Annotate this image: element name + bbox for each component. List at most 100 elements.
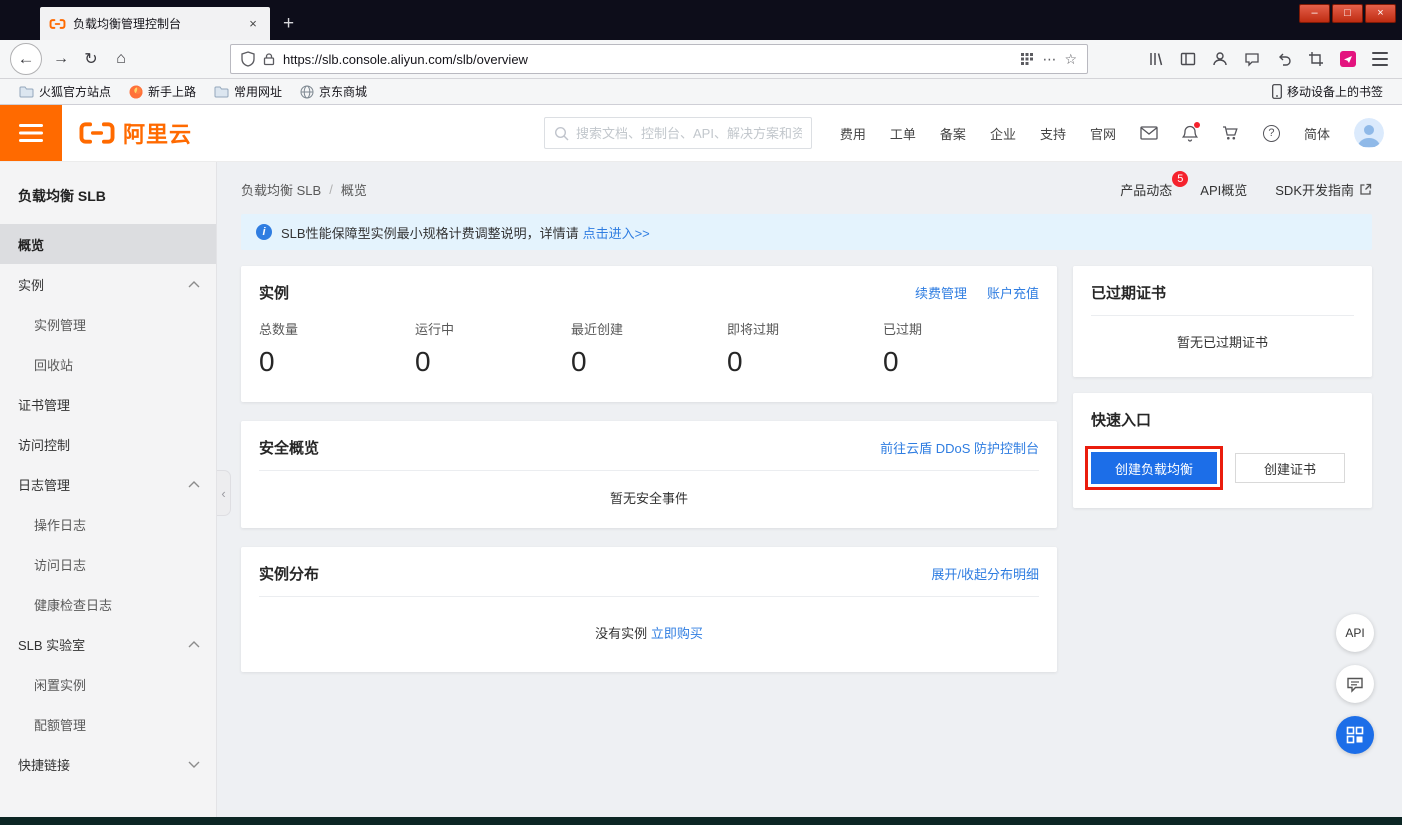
sidebar-title: 负载均衡 SLB: [18, 188, 106, 204]
minimize-button[interactable]: –: [1299, 4, 1330, 23]
nav-billing[interactable]: 费用: [840, 124, 866, 143]
nav-enterprise[interactable]: 企业: [990, 124, 1016, 143]
sidebar-item-access-logs[interactable]: 访问日志: [0, 544, 216, 584]
bell-icon[interactable]: [1181, 121, 1200, 142]
banner-link[interactable]: 点击进入>>: [583, 223, 650, 242]
help-icon[interactable]: ?: [1262, 124, 1280, 142]
search-input[interactable]: [576, 125, 802, 141]
account-recharge-link[interactable]: 账户充值: [987, 283, 1039, 302]
toggle-distribution-link[interactable]: 展开/收起分布明细: [931, 564, 1039, 583]
library-icon[interactable]: [1148, 51, 1164, 67]
product-news-badge: 5: [1172, 170, 1189, 187]
account-icon[interactable]: [1212, 51, 1228, 67]
nav-official-site[interactable]: 官网: [1090, 124, 1116, 143]
sidebar-item-quota-management[interactable]: 配额管理: [0, 704, 216, 744]
ddos-console-link[interactable]: 前往云盾 DDoS 防护控制台: [880, 438, 1039, 457]
instance-card-header: 实例 续费管理 账户充值: [241, 266, 1057, 315]
sidebar-group-label: 实例: [18, 277, 45, 293]
bookmark-star-icon[interactable]: ☆: [1064, 51, 1077, 68]
chevron-up-icon: [188, 280, 200, 288]
feedback-float-button[interactable]: [1336, 665, 1374, 703]
undo-icon[interactable]: [1276, 51, 1292, 67]
renew-management-link[interactable]: 续费管理: [915, 283, 967, 302]
console-search[interactable]: [544, 117, 812, 149]
breadcrumb-root[interactable]: 负载均衡 SLB: [241, 180, 321, 199]
sidebar-item-operation-logs[interactable]: 操作日志: [0, 504, 216, 544]
maximize-button[interactable]: □: [1332, 4, 1363, 23]
messages-icon[interactable]: [1244, 51, 1260, 67]
page-actions-icon[interactable]: ⋯: [1042, 51, 1056, 68]
info-icon: i: [256, 224, 272, 240]
browser-tab[interactable]: 负载均衡管理控制台 ×: [40, 7, 270, 40]
sidebar-item-overview[interactable]: 概览: [0, 224, 216, 264]
bookmark-firefox-official[interactable]: 火狐官方站点: [12, 81, 118, 103]
cart-icon[interactable]: [1222, 125, 1239, 141]
mail-icon[interactable]: [1140, 126, 1158, 140]
bookmark-jd[interactable]: 京东商城: [293, 81, 374, 103]
bookmark-label: 新手上路: [148, 85, 197, 99]
sidebar-item-label: 回收站: [34, 357, 74, 373]
url-text[interactable]: https://slb.console.aliyun.com/slb/overv…: [283, 52, 1012, 67]
page-scan-icon[interactable]: [1020, 52, 1034, 66]
sidebar-toggle-icon[interactable]: [1180, 51, 1196, 67]
sidebar-group-instances[interactable]: 实例: [0, 264, 216, 304]
banner-text: SLB性能保障型实例最小规格计费调整说明，详情请: [281, 225, 579, 241]
close-button[interactable]: ×: [1365, 4, 1396, 23]
sidebar-group-slb-lab[interactable]: SLB 实验室: [0, 624, 216, 664]
sidebar-item-instance-management[interactable]: 实例管理: [0, 304, 216, 344]
notification-dot: [1193, 121, 1200, 128]
bookmark-label: 常用网址: [234, 85, 283, 99]
back-button[interactable]: ←: [10, 43, 42, 75]
reload-button[interactable]: ↻: [76, 44, 106, 74]
aliyun-logo[interactable]: 阿里云: [78, 117, 192, 149]
instance-card: 实例 续费管理 账户充值 总数量 0 运行中 0 最近创建 0 即将过期 0 已…: [241, 266, 1057, 402]
bookmark-common-sites[interactable]: 常用网址: [207, 81, 289, 103]
mobile-bookmarks[interactable]: 移动设备上的书签: [1265, 81, 1390, 103]
sidebar-item-idle-instances[interactable]: 闲置实例: [0, 664, 216, 704]
toolbar-right: [1148, 51, 1392, 67]
create-slb-button[interactable]: 创建负载均衡: [1091, 452, 1218, 484]
create-certificate-button[interactable]: 创建证书: [1235, 453, 1346, 483]
forward-button[interactable]: →: [46, 44, 76, 74]
send-pink-icon[interactable]: [1340, 51, 1356, 67]
stat-value: 0: [727, 346, 743, 377]
nav-tickets[interactable]: 工单: [890, 124, 916, 143]
sidebar-group-log-management[interactable]: 日志管理: [0, 464, 216, 504]
home-button[interactable]: ⌂: [106, 44, 136, 74]
tab-close-icon[interactable]: ×: [245, 16, 261, 31]
sidebar-group-quick-links[interactable]: 快捷链接: [0, 744, 216, 784]
product-news-link[interactable]: 产品动态 5: [1120, 170, 1189, 199]
lock-icon[interactable]: [263, 52, 275, 66]
red-annotation-box: 创建负载均衡: [1085, 446, 1224, 490]
address-bar[interactable]: https://slb.console.aliyun.com/slb/overv…: [230, 44, 1088, 74]
distribution-empty-text: 没有实例: [595, 626, 648, 641]
sidebar-item-access-control[interactable]: 访问控制: [0, 424, 216, 464]
avatar[interactable]: [1354, 118, 1384, 148]
sidebar-item-label: 操作日志: [34, 517, 87, 533]
api-float-button[interactable]: API: [1336, 614, 1374, 652]
console-menu-button[interactable]: [0, 105, 62, 161]
globe-icon: [300, 85, 314, 99]
nav-icp[interactable]: 备案: [940, 124, 966, 143]
bookmark-getting-started[interactable]: 新手上路: [122, 81, 203, 103]
api-overview-link[interactable]: API概览: [1200, 180, 1247, 199]
sidebar: 负载均衡 SLB 概览 实例 实例管理 回收站 证书管理 访问控制 日志管理 操…: [0, 162, 217, 817]
screenshot-crop-icon[interactable]: [1308, 51, 1324, 67]
sidebar-collapse-handle[interactable]: ‹: [217, 470, 231, 516]
sdk-guide-link[interactable]: SDK开发指南: [1275, 180, 1372, 199]
language-switch[interactable]: 简体: [1304, 124, 1330, 143]
phone-icon: [1272, 84, 1282, 99]
new-tab-button[interactable]: +: [270, 7, 307, 40]
sidebar-group-label: SLB 实验室: [18, 637, 86, 653]
sidebar-item-certificate-management[interactable]: 证书管理: [0, 384, 216, 424]
sidebar-item-recycle-bin[interactable]: 回收站: [0, 344, 216, 384]
quick-entry-buttons: 创建负载均衡 创建证书: [1073, 442, 1372, 508]
buy-now-link[interactable]: 立即购买: [651, 626, 703, 641]
sidebar-item-health-check-logs[interactable]: 健康检查日志: [0, 584, 216, 624]
qrcode-float-button[interactable]: [1336, 716, 1374, 754]
stat-value: 0: [415, 346, 431, 377]
shield-icon[interactable]: [241, 51, 255, 67]
nav-support[interactable]: 支持: [1040, 124, 1066, 143]
breadcrumb-separator: /: [329, 181, 333, 197]
menu-hamburger-icon[interactable]: [1372, 52, 1388, 66]
